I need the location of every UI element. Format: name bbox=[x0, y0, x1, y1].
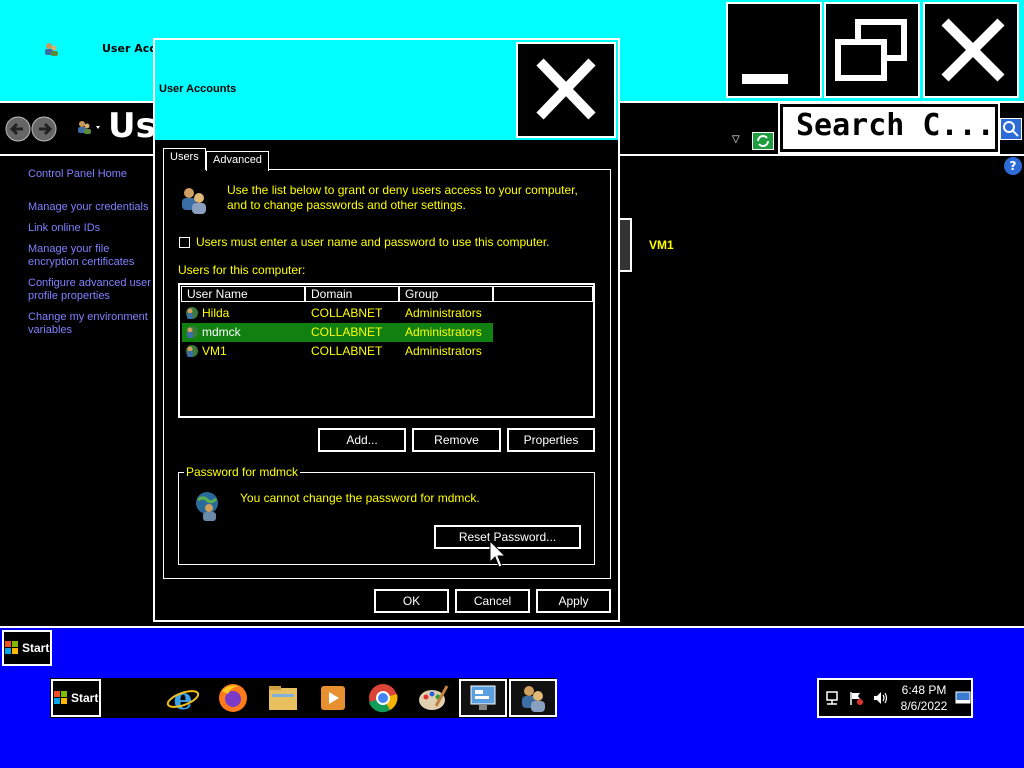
remove-user-button[interactable]: Remove bbox=[412, 428, 501, 452]
search-placeholder: Search C... bbox=[796, 108, 995, 143]
file-explorer-icon[interactable] bbox=[266, 682, 300, 714]
clock-time[interactable]: 6:48 PM bbox=[896, 683, 952, 697]
password-message: You cannot change the password for mdmck… bbox=[240, 491, 480, 505]
close-window-button[interactable] bbox=[923, 2, 1019, 98]
file-encryption-link[interactable]: Manage your file encryption certificates bbox=[28, 243, 158, 269]
left-nav: Control Panel Home Manage your credentia… bbox=[28, 168, 158, 345]
help-icon[interactable]: ? bbox=[1004, 157, 1022, 175]
link-online-ids-link[interactable]: Link online IDs bbox=[28, 222, 158, 235]
location-icon[interactable] bbox=[74, 118, 104, 138]
cancel-button[interactable]: Cancel bbox=[455, 589, 530, 613]
close-icon bbox=[536, 58, 596, 120]
user-accounts-icon bbox=[522, 686, 545, 712]
restore-button[interactable] bbox=[824, 2, 920, 98]
restore-icon bbox=[835, 19, 907, 81]
reset-password-button[interactable]: Reset Password... bbox=[434, 525, 581, 549]
refresh-icon[interactable] bbox=[752, 132, 774, 150]
taskbar-upper bbox=[0, 626, 1024, 670]
user-name-cell: Hilda bbox=[202, 306, 230, 320]
domain-cell: COLLABNET bbox=[311, 344, 383, 358]
users-icon bbox=[182, 188, 206, 214]
environment-variables-link[interactable]: Change my environment variables bbox=[28, 311, 158, 337]
add-user-button[interactable]: Add... bbox=[318, 428, 406, 452]
password-group bbox=[178, 472, 595, 565]
table-row[interactable]: Hilda COLLABNET Administrators bbox=[182, 304, 493, 323]
chrome-icon[interactable] bbox=[366, 682, 400, 714]
dialog-title: User Accounts bbox=[159, 83, 237, 95]
manage-credentials-link[interactable]: Manage your credentials bbox=[28, 201, 158, 214]
control-panel-icon bbox=[470, 685, 496, 710]
domain-cell: COLLABNET bbox=[311, 325, 383, 339]
user-accounts-icon bbox=[45, 43, 58, 56]
close-icon bbox=[941, 18, 1005, 82]
tab-users[interactable]: Users bbox=[163, 148, 206, 170]
require-password-label[interactable]: Users must enter a user name and passwor… bbox=[196, 235, 550, 249]
minimize-button[interactable] bbox=[726, 2, 822, 98]
background-window-title: User Acc bbox=[102, 42, 156, 55]
account-picture bbox=[618, 218, 632, 272]
clock-date[interactable]: 8/6/2022 bbox=[896, 699, 952, 713]
user-globe-icon bbox=[196, 492, 218, 521]
group-cell: Administrators bbox=[405, 306, 482, 320]
user-name-cell: mdmck bbox=[202, 325, 241, 339]
address-dropdown-icon[interactable]: ▽ bbox=[732, 134, 740, 145]
show-desktop-icon[interactable] bbox=[955, 691, 971, 705]
apply-button[interactable]: Apply bbox=[536, 589, 611, 613]
ok-button[interactable]: OK bbox=[374, 589, 449, 613]
properties-button[interactable]: Properties bbox=[507, 428, 595, 452]
user-icon bbox=[186, 345, 198, 357]
user-accounts-taskbar-button[interactable] bbox=[509, 679, 557, 717]
domain-cell: COLLABNET bbox=[311, 306, 383, 320]
minimize-icon bbox=[742, 74, 788, 84]
require-password-checkbox[interactable] bbox=[179, 237, 190, 248]
password-group-legend: Password for mdmck bbox=[184, 465, 301, 479]
account-name: VM1 bbox=[649, 238, 674, 252]
volume-icon[interactable] bbox=[872, 690, 888, 706]
column-header-user-name[interactable]: User Name bbox=[181, 286, 305, 302]
windows-logo-icon bbox=[5, 641, 18, 654]
user-icon bbox=[186, 307, 198, 319]
network-icon[interactable] bbox=[824, 690, 840, 706]
table-row[interactable]: VM1 COLLABNET Administrators bbox=[182, 342, 493, 361]
svg-text:e: e bbox=[173, 682, 192, 714]
table-row-selected[interactable]: mdmck COLLABNET Administrators bbox=[182, 323, 493, 342]
windows-logo-icon bbox=[54, 691, 67, 704]
search-icon[interactable] bbox=[1000, 118, 1022, 140]
action-center-flag-icon[interactable] bbox=[848, 690, 864, 706]
column-header-group[interactable]: Group bbox=[399, 286, 493, 302]
mouse-cursor-icon bbox=[489, 540, 507, 568]
paint-icon[interactable] bbox=[416, 682, 450, 714]
column-header-empty bbox=[493, 286, 593, 302]
control-panel-taskbar-button[interactable] bbox=[459, 679, 507, 717]
group-cell: Administrators bbox=[405, 325, 482, 339]
back-forward-icon[interactable] bbox=[4, 115, 60, 143]
advanced-profile-link[interactable]: Configure advanced user profile properti… bbox=[28, 277, 158, 303]
column-header-domain[interactable]: Domain bbox=[305, 286, 399, 302]
users-list-label: Users for this computer: bbox=[178, 263, 306, 277]
intro-text: Use the list below to grant or deny user… bbox=[227, 183, 578, 212]
user-name-cell: VM1 bbox=[202, 344, 227, 358]
control-panel-home-link[interactable]: Control Panel Home bbox=[28, 168, 158, 181]
media-player-icon[interactable] bbox=[316, 682, 350, 714]
dialog-close-button[interactable] bbox=[516, 42, 616, 138]
group-cell: Administrators bbox=[405, 344, 482, 358]
tab-advanced[interactable]: Advanced bbox=[206, 151, 269, 171]
firefox-icon[interactable] bbox=[216, 682, 250, 714]
internet-explorer-icon[interactable]: e bbox=[166, 682, 200, 714]
user-icon bbox=[186, 326, 198, 338]
